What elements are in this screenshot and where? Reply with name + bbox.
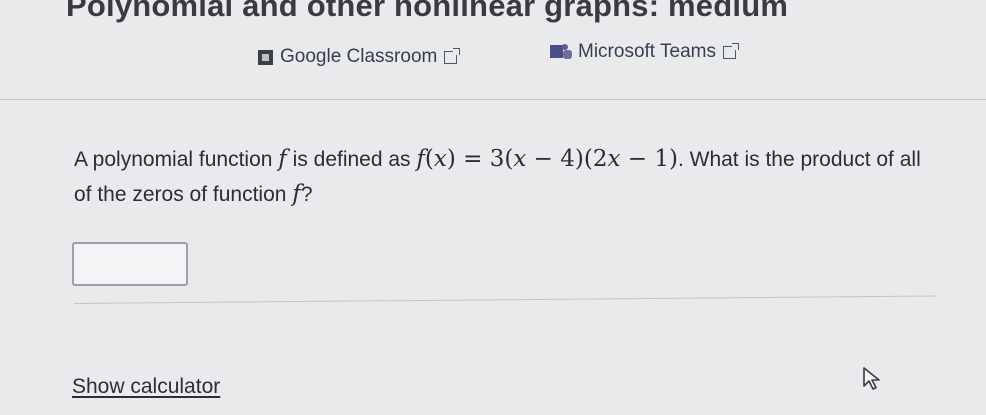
microsoft-teams-share-link[interactable]: Microsoft Teams	[550, 41, 739, 63]
question-middle: is defined as	[286, 148, 417, 171]
mouse-cursor-icon	[863, 367, 880, 390]
google-classroom-share-link[interactable]: Google Classroom	[258, 46, 461, 68]
answer-divider	[73, 295, 936, 304]
function-definition: f(x) = 3(x − 4)(2x − 1)	[416, 146, 678, 172]
question-prefix: A polynomial function	[74, 148, 279, 171]
question-end: ?	[300, 183, 313, 206]
microsoft-teams-label: Microsoft Teams	[578, 41, 716, 62]
function-name: f	[278, 146, 287, 172]
question-text: A polynomial function f is defined as f(…	[74, 142, 934, 212]
microsoft-teams-icon	[550, 44, 572, 60]
external-link-icon	[722, 42, 739, 59]
share-row: Google Classroom Microsoft Teams	[0, 38, 986, 68]
page-title: Polynomial and other nonlinear graphs: m…	[66, 0, 789, 23]
answer-input[interactable]	[72, 242, 188, 286]
header-divider	[0, 99, 986, 100]
google-classroom-icon	[258, 49, 273, 65]
external-link-icon	[444, 47, 461, 64]
show-calculator-link[interactable]: Show calculator	[72, 375, 220, 399]
google-classroom-label: Google Classroom	[280, 46, 438, 67]
function-name-ref: f	[292, 181, 301, 207]
